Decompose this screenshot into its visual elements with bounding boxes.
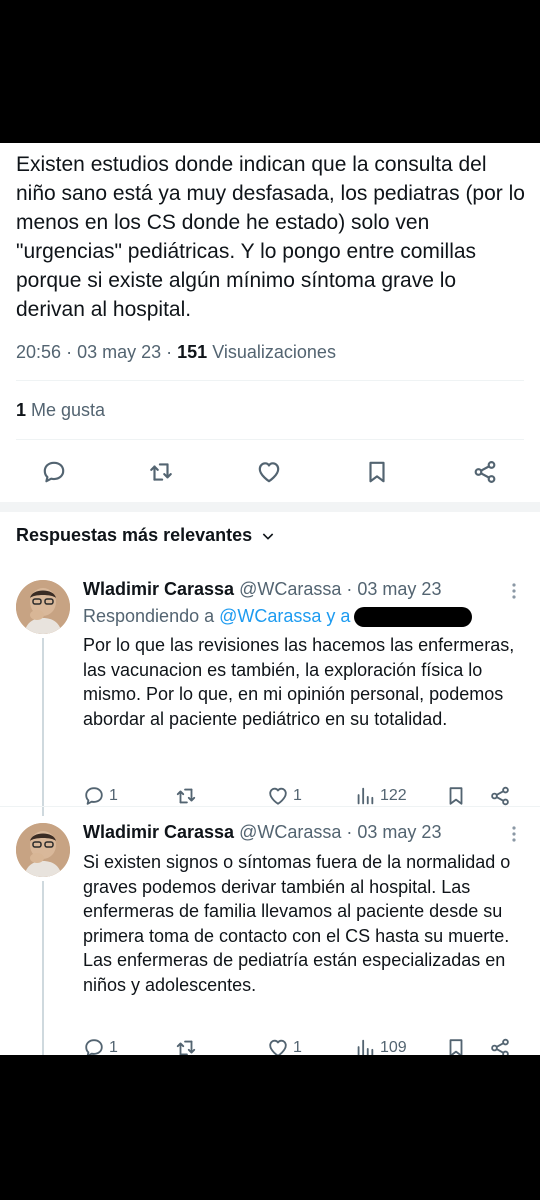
views-button[interactable]: 122 [354, 784, 407, 808]
reply-text: Por lo que las revisiones las hacemos la… [83, 635, 515, 729]
avatar-photo [16, 823, 70, 877]
like-button[interactable]: 1 [267, 784, 302, 808]
like-icon [269, 1039, 287, 1055]
reply-item[interactable]: Wladimir Carassa @WCarassa · 03 may 23 S… [0, 820, 540, 1055]
divider [16, 439, 524, 440]
section-separator [0, 502, 540, 512]
views-button[interactable]: 109 [354, 1036, 407, 1055]
thread-line [42, 881, 44, 1055]
like-count: 1 [293, 1039, 302, 1055]
likes-count: 1 [16, 400, 27, 420]
reply-date[interactable]: · 03 may 23 [346, 579, 441, 599]
reply-header: Wladimir Carassa @WCarassa · 03 may 23 [83, 579, 441, 600]
bookmark-icon [449, 787, 463, 805]
reply-button[interactable] [37, 455, 71, 489]
more-options-icon [512, 826, 516, 842]
retweet-button[interactable] [175, 784, 201, 808]
like-count: 1 [293, 787, 302, 804]
reply-author-name[interactable]: Wladimir Carassa [83, 579, 234, 599]
reply-author-handle[interactable]: @WCarassa [239, 822, 341, 842]
redacted-handle [354, 607, 473, 628]
tweet-detail-page: Existen estudios donde indican que la co… [0, 143, 540, 1055]
avatar[interactable] [16, 823, 70, 877]
like-icon [258, 462, 280, 483]
reply-author-handle[interactable]: @WCarassa [239, 579, 341, 599]
share-icon [474, 461, 496, 483]
reply-text: Si existen signos o síntomas fuera de la… [83, 852, 511, 995]
more-options-icon [512, 583, 516, 599]
tweet-date[interactable]: 03 may 23 [77, 342, 161, 362]
likes-summary[interactable]: 1 Me gusta [16, 400, 105, 421]
like-button[interactable] [252, 455, 286, 489]
retweet-icon [176, 788, 196, 804]
views-count: 109 [380, 1039, 407, 1055]
like-button[interactable]: 1 [267, 1036, 302, 1055]
reply-date[interactable]: · 03 may 23 [346, 822, 441, 842]
reply-header: Wladimir Carassa @WCarassa · 03 may 23 [83, 822, 441, 843]
reply-icon [85, 787, 103, 805]
share-button[interactable] [468, 455, 502, 489]
replying-to-prefix: Respondiendo a [83, 606, 215, 626]
bookmark-button[interactable] [445, 1036, 467, 1055]
reply-count: 1 [109, 1039, 118, 1055]
bookmark-icon [369, 461, 385, 483]
retweet-button[interactable] [175, 1036, 201, 1055]
share-button[interactable] [489, 784, 511, 808]
reply-item[interactable]: Wladimir Carassa @WCarassa · 03 may 23 R… [0, 576, 540, 816]
top-black-bar [0, 0, 540, 143]
like-icon [269, 787, 287, 805]
share-icon [491, 786, 509, 806]
reply-button[interactable]: 1 [83, 1036, 118, 1055]
bookmark-button[interactable] [360, 455, 394, 489]
more-options-button[interactable] [506, 824, 522, 844]
divider [0, 806, 540, 807]
tweet-text: Existen estudios donde indican que la co… [16, 153, 525, 321]
chevron-down-icon [262, 532, 274, 540]
views-count: 122 [380, 787, 407, 804]
tweet-meta: 20:56 · 03 may 23 · 151 Visualizaciones [16, 342, 336, 362]
thread-line [42, 638, 44, 816]
divider [16, 380, 524, 381]
reply-action-bar: 1 1 109 [83, 1036, 523, 1055]
bookmark-button[interactable] [445, 784, 467, 808]
replies-sort-label: Respuestas más relevantes [16, 525, 253, 545]
tweet-action-bar [0, 455, 540, 491]
replying-to-link[interactable]: @WCarassa y a [219, 606, 350, 626]
retweet-icon [176, 1040, 196, 1055]
avatar-photo [16, 580, 70, 634]
share-icon [491, 1038, 509, 1055]
tweet-views-count: 151 [177, 342, 208, 362]
tweet-time[interactable]: 20:56 [16, 342, 61, 362]
views-chart-icon [357, 787, 374, 805]
reply-author-name[interactable]: Wladimir Carassa [83, 822, 234, 842]
retweet-button[interactable] [144, 455, 178, 489]
bookmark-icon [449, 1039, 463, 1055]
retweet-icon [150, 463, 172, 481]
reply-icon [43, 461, 65, 483]
replying-to: Respondiendo a @WCarassa y a [83, 606, 473, 628]
reply-icon [85, 1039, 103, 1055]
replies-sort-dropdown[interactable]: Respuestas más relevantes [16, 525, 276, 546]
reply-action-bar: 1 1 122 [83, 784, 523, 808]
bottom-black-bar [0, 1055, 540, 1200]
reply-button[interactable]: 1 [83, 784, 118, 808]
views-chart-icon [357, 1039, 374, 1055]
avatar[interactable] [16, 580, 70, 634]
more-options-button[interactable] [506, 581, 522, 601]
tweet-views-label: Visualizaciones [212, 342, 336, 362]
share-button[interactable] [489, 1036, 511, 1055]
reply-count: 1 [109, 787, 118, 804]
likes-label: Me gusta [31, 400, 106, 420]
